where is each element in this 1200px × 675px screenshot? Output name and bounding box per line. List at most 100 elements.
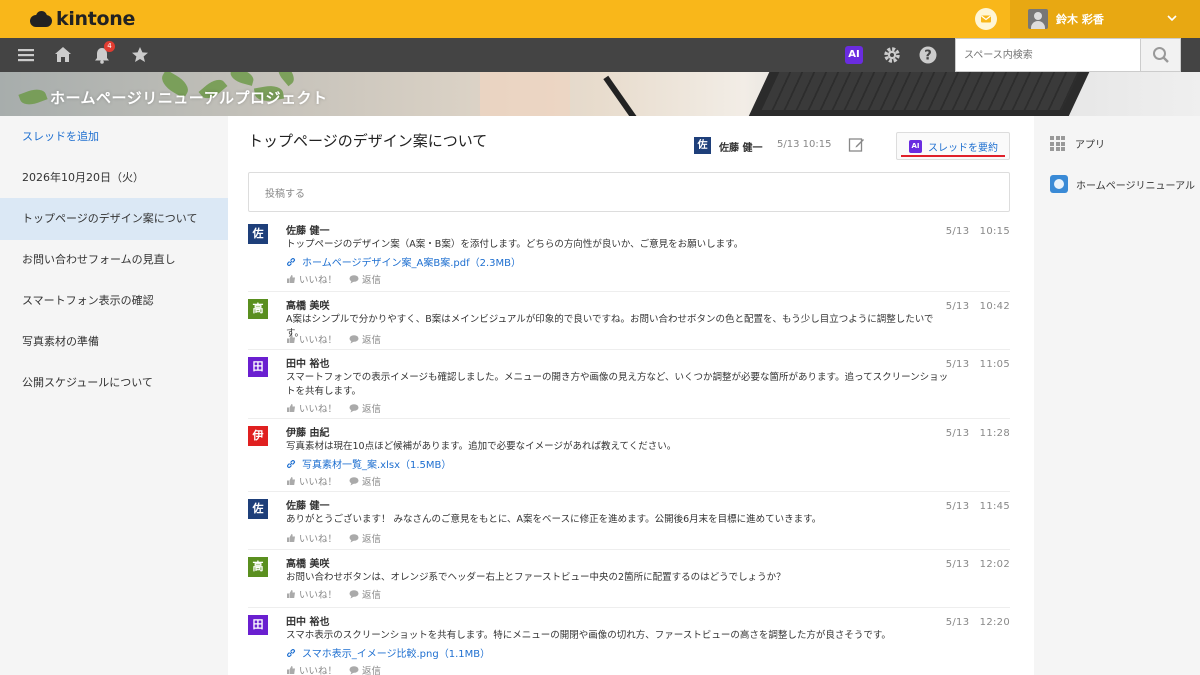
attachment-filename: 写真素材一覧_案.xlsx（1.5MB） bbox=[302, 460, 452, 471]
comment-item: 佐 佐藤 健一 5/13 10:15 トップページのデザイン案（A案・B案）を添付しま… bbox=[248, 218, 1010, 292]
comment-text: スマホ表示のスクリーンショットを共有します。特にメニューの開閉や画像の切れ方、フ… bbox=[286, 630, 891, 641]
sidebar-item-contact-form[interactable]: お問い合わせフォームの見直し bbox=[0, 239, 228, 281]
app-icon bbox=[1050, 175, 1068, 193]
like-label: いいね！ bbox=[299, 477, 338, 488]
like-icon bbox=[287, 477, 295, 485]
comment-author[interactable]: 田中 裕也 bbox=[286, 355, 329, 370]
comment-timestamp: 5/13 10:15 bbox=[945, 226, 1010, 237]
space-title: ホームページリニューアルプロジェクト bbox=[50, 89, 328, 107]
summarize-thread-label: スレッドを要約 bbox=[928, 142, 998, 154]
comment-avatar[interactable]: 高 bbox=[248, 299, 268, 319]
comment-avatar[interactable]: 田 bbox=[248, 615, 268, 635]
thread-sidebar: スレッドを追加 2026年10月20日（火） トップページのデザイン案について … bbox=[0, 116, 228, 675]
right-sidebar bbox=[1034, 116, 1200, 675]
like-label: いいね！ bbox=[299, 534, 338, 545]
link-icon bbox=[287, 257, 295, 266]
comment-author[interactable]: 佐藤 健一 bbox=[286, 497, 329, 512]
reply-label: 返信 bbox=[362, 477, 382, 488]
thread-author-avatar: 佐 bbox=[694, 137, 711, 154]
sidebar-item-photos[interactable]: 写真素材の準備 bbox=[0, 321, 228, 363]
like-button[interactable]: いいね！ bbox=[286, 531, 337, 545]
app-link[interactable]: ホームページリニューアル bbox=[1050, 175, 1195, 193]
apps-header: アプリ bbox=[1050, 136, 1105, 151]
comment-actions: いいね！ 返信 bbox=[286, 272, 393, 286]
like-icon bbox=[287, 590, 295, 598]
sidebar-item-date[interactable]: 2026年10月20日（火） bbox=[0, 157, 228, 199]
comment-author[interactable]: 高橋 美咲 bbox=[286, 555, 329, 570]
comment-author[interactable]: 田中 裕也 bbox=[286, 613, 329, 628]
attachment-link[interactable]: スマホ表示_イメージ比較.png（1.1MB） bbox=[286, 645, 490, 660]
gear-icon[interactable] bbox=[882, 45, 902, 65]
like-icon bbox=[287, 275, 295, 283]
comment-timestamp: 5/13 11:05 bbox=[945, 359, 1010, 370]
comment-timestamp: 5/13 12:02 bbox=[945, 559, 1010, 570]
comment-text: スマートフォンでの表示イメージも確認しました。メニューの開き方や画像の見え方など… bbox=[286, 372, 949, 397]
reply-label: 返信 bbox=[362, 404, 382, 415]
like-button[interactable]: いいね！ bbox=[286, 272, 337, 286]
reply-button[interactable]: 返信 bbox=[349, 401, 381, 415]
comment-actions: いいね！ 返信 bbox=[286, 332, 393, 346]
comment-avatar[interactable]: 高 bbox=[248, 557, 268, 577]
reply-button[interactable]: 返信 bbox=[349, 474, 381, 488]
like-label: いいね！ bbox=[299, 335, 338, 346]
menu-icon[interactable] bbox=[16, 45, 36, 65]
comment-author[interactable]: 伊藤 由紀 bbox=[286, 424, 329, 439]
kintone-logo[interactable]: kintone bbox=[30, 8, 135, 30]
reply-label: 返信 bbox=[362, 590, 382, 601]
space-search-input[interactable] bbox=[956, 39, 1136, 71]
like-button[interactable]: いいね！ bbox=[286, 332, 337, 346]
comment-timestamp: 5/13 11:28 bbox=[945, 428, 1010, 439]
comment-avatar[interactable]: 佐 bbox=[248, 224, 268, 244]
like-button[interactable]: いいね！ bbox=[286, 663, 337, 675]
attachment-filename: スマホ表示_イメージ比較.png（1.1MB） bbox=[302, 649, 491, 660]
comment-item: 田 田中 裕也 5/13 11:05 スマートフォンでの表示イメージも確認しました。メ… bbox=[248, 351, 1010, 419]
reply-button[interactable]: 返信 bbox=[349, 587, 381, 601]
like-label: いいね！ bbox=[299, 275, 338, 286]
comment-avatar[interactable]: 伊 bbox=[248, 426, 268, 446]
reply-icon bbox=[349, 477, 359, 486]
app-name: ホームページリニューアル bbox=[1076, 180, 1195, 192]
reply-label: 返信 bbox=[362, 534, 382, 545]
post-comment-input[interactable]: 投稿する bbox=[248, 172, 1010, 212]
comment-avatar[interactable]: 佐 bbox=[248, 499, 268, 519]
like-label: いいね！ bbox=[299, 590, 338, 601]
reply-button[interactable]: 返信 bbox=[349, 663, 381, 675]
reply-icon bbox=[349, 275, 359, 284]
comment-item: 伊 伊藤 由紀 5/13 11:28 写真素材は現在10点ほど候補があります。追加で必… bbox=[248, 420, 1010, 492]
reply-button[interactable]: 返信 bbox=[349, 531, 381, 545]
comment-avatar[interactable]: 田 bbox=[248, 357, 268, 377]
comment-actions: いいね！ 返信 bbox=[286, 531, 393, 545]
sidebar-item-smartphone[interactable]: スマートフォン表示の確認 bbox=[0, 280, 228, 322]
sidebar-item-schedule[interactable]: 公開スケジュールについて bbox=[0, 362, 228, 404]
home-icon[interactable] bbox=[53, 45, 73, 65]
reply-button[interactable]: 返信 bbox=[349, 272, 381, 286]
comment-item: 高 高橋 美咲 5/13 12:02 お問い合わせボタンは、オレンジ系でヘッダー右上と… bbox=[248, 551, 1010, 608]
user-menu[interactable]: 鈴木 彩香 bbox=[1010, 0, 1200, 38]
top-header-bar: kintone 鈴木 彩香 bbox=[0, 0, 1200, 38]
sidebar-item-top-page-design[interactable]: トップページのデザイン案について bbox=[0, 198, 228, 240]
mail-icon[interactable] bbox=[975, 8, 997, 30]
reply-icon bbox=[349, 335, 359, 344]
help-icon[interactable]: ? bbox=[918, 45, 938, 65]
edit-icon[interactable] bbox=[848, 136, 865, 153]
like-label: いいね！ bbox=[299, 666, 338, 675]
comment-author[interactable]: 佐藤 健一 bbox=[286, 222, 329, 237]
add-thread-link[interactable]: スレッドを追加 bbox=[0, 116, 228, 158]
thread-author-name[interactable]: 佐藤 健一 bbox=[719, 139, 762, 154]
reply-button[interactable]: 返信 bbox=[349, 332, 381, 346]
star-icon[interactable] bbox=[130, 45, 150, 65]
logo-text: kintone bbox=[56, 8, 136, 30]
like-button[interactable]: いいね！ bbox=[286, 587, 337, 601]
chevron-down-icon bbox=[1167, 15, 1177, 22]
ai-assistant-button[interactable]: AI bbox=[845, 46, 863, 64]
attachment-link[interactable]: 写真素材一覧_案.xlsx（1.5MB） bbox=[286, 456, 451, 471]
comment-text: お問い合わせボタンは、オレンジ系でヘッダー右上とファーストビュー中央の2箇所に配… bbox=[286, 572, 786, 583]
comment-author[interactable]: 高橋 美咲 bbox=[286, 297, 329, 312]
comment-text: ありがとうございます！ みなさんのご意見をもとに、A案をベースに修正を進めます。… bbox=[286, 514, 822, 525]
like-button[interactable]: いいね！ bbox=[286, 401, 337, 415]
attachment-link[interactable]: ホームページデザイン案_A案B案.pdf（2.3MB） bbox=[286, 254, 521, 269]
like-button[interactable]: いいね！ bbox=[286, 474, 337, 488]
like-icon bbox=[287, 666, 295, 674]
search-button[interactable] bbox=[1141, 38, 1181, 72]
comment-item: 高高橋 美咲 5/13 10:42 A案はシンプルで分かりやすく、B案はメインビジュ… bbox=[248, 293, 1010, 350]
